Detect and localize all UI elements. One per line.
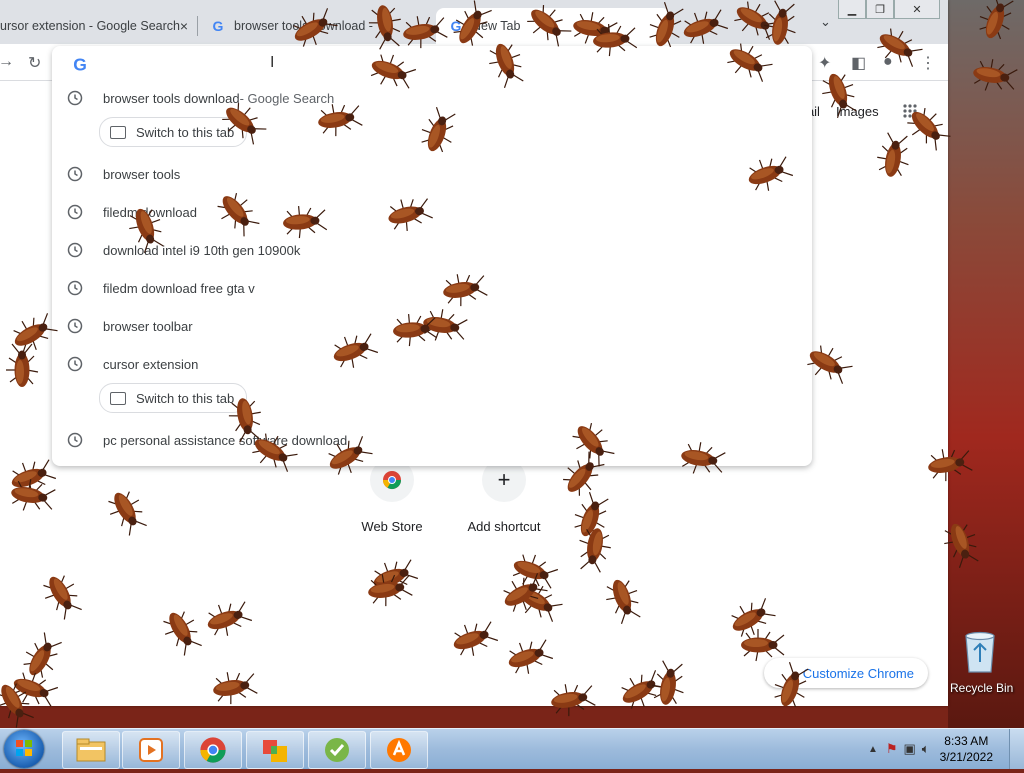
history-clock-icon bbox=[67, 166, 83, 182]
tab-strip: ursor extension - Google Search × G brow… bbox=[0, 0, 948, 44]
omnibox-suggestion[interactable]: filedm download free gta v bbox=[52, 269, 812, 307]
suggestion-text: browser tools bbox=[103, 166, 181, 182]
clock-time: 8:33 AM bbox=[944, 734, 989, 748]
avast-icon[interactable] bbox=[370, 731, 428, 769]
recycle-bin[interactable]: Recycle Bin bbox=[950, 630, 1014, 695]
tab-cursor-extension[interactable]: ursor extension - Google Search × bbox=[0, 8, 196, 44]
shortcut-label: Web Store bbox=[361, 519, 423, 534]
show-desktop-button[interactable] bbox=[1009, 729, 1024, 769]
action-center-icon[interactable]: ⚑ bbox=[886, 741, 898, 757]
svg-text:G: G bbox=[451, 18, 462, 34]
app-icon[interactable] bbox=[246, 731, 304, 769]
suggestion-text: filedm download free gta v bbox=[103, 280, 255, 296]
omnibox-dropdown: G I browser tools download - Google Sear… bbox=[52, 46, 812, 466]
suggestion-text: pc personal assistance software download bbox=[103, 432, 348, 448]
customize-label: Customize Chrome bbox=[802, 665, 914, 681]
show-hidden-icon[interactable]: ▲ bbox=[868, 744, 878, 755]
suggestion-subtext: - Google Search bbox=[239, 90, 335, 106]
extensions-icon[interactable]: ✦ bbox=[818, 53, 831, 73]
google-icon: G bbox=[73, 54, 87, 74]
tab-title: ursor extension - Google Search bbox=[0, 19, 180, 33]
reload-icon[interactable]: ↻ bbox=[28, 53, 41, 73]
history-clock-icon bbox=[67, 242, 83, 258]
history-clock-icon bbox=[67, 280, 83, 296]
tab-icon bbox=[110, 125, 126, 139]
tab-close-icon[interactable]: × bbox=[180, 18, 188, 34]
suggestion-text: download intel i9 10th gen 10900k bbox=[103, 242, 301, 258]
recycle-bin-icon bbox=[965, 631, 995, 673]
switch-label: Switch to this tab bbox=[136, 390, 235, 406]
shortcut-web-store[interactable]: Web Store bbox=[342, 458, 442, 534]
explorer-icon[interactable] bbox=[62, 731, 120, 769]
omnibox-suggestion[interactable]: pc personal assistance software download bbox=[52, 421, 812, 459]
history-clock-icon bbox=[67, 90, 83, 106]
chrome-window: ursor extension - Google Search × G brow… bbox=[0, 0, 948, 706]
omnibox-suggestion[interactable]: download intel i9 10th gen 10900k bbox=[52, 231, 812, 269]
media-player-icon[interactable] bbox=[122, 731, 180, 769]
clock-date: 3/21/2022 bbox=[939, 750, 993, 764]
tab-title: New Tab bbox=[472, 19, 521, 33]
network-icon[interactable]: ▣ bbox=[904, 741, 916, 757]
history-clock-icon bbox=[67, 318, 83, 334]
switch-to-tab-button[interactable]: Switch to this tab bbox=[99, 117, 248, 147]
close-window-icon[interactable]: ✕ bbox=[894, 0, 940, 19]
images-link[interactable]: Images bbox=[836, 104, 879, 119]
tab-browser-tools[interactable]: G browser tools download - bbox=[210, 8, 430, 44]
text-cursor-icon: I bbox=[270, 54, 275, 71]
chevron-down-icon[interactable]: ⌄ bbox=[820, 14, 831, 30]
menu-icon[interactable]: ⋮ bbox=[920, 53, 936, 73]
windows-start-icon[interactable] bbox=[4, 730, 44, 768]
switch-to-tab-button[interactable]: Switch to this tab bbox=[99, 383, 248, 413]
tab-icon bbox=[110, 391, 126, 405]
desktop-wallpaper bbox=[948, 0, 1024, 730]
switch-label: Switch to this tab bbox=[136, 124, 235, 140]
tab-new-tab[interactable]: G New Tab bbox=[436, 8, 670, 44]
google-icon: G bbox=[213, 18, 224, 34]
chrome-icon[interactable] bbox=[184, 731, 242, 769]
suggestion-text: cursor extension bbox=[103, 356, 199, 372]
taskbar: ▲ ⚑ ▣ 🔈︎ 8:33 AM 3/21/2022 bbox=[0, 728, 1024, 769]
omnibox-suggestion[interactable]: filedm download bbox=[52, 193, 812, 231]
history-clock-icon bbox=[67, 432, 83, 448]
omnibox-suggestion[interactable]: browser toolbar bbox=[52, 307, 812, 345]
customize-chrome-button[interactable]: Customize Chrome bbox=[764, 658, 928, 688]
apps-grid-icon[interactable] bbox=[902, 103, 918, 119]
google-icon: G bbox=[451, 18, 462, 34]
shortcut-add[interactable]: + Add shortcut bbox=[454, 458, 554, 534]
shortcut-label: Add shortcut bbox=[467, 519, 541, 534]
suggestion-text: browser tools download bbox=[103, 90, 240, 106]
suggestion-text: browser toolbar bbox=[103, 318, 193, 334]
security-icon[interactable] bbox=[308, 731, 366, 769]
minimize-icon[interactable]: ▁ bbox=[838, 0, 866, 19]
omnibox-suggestion[interactable]: browser tools bbox=[52, 155, 812, 193]
profile-icon[interactable]: ● bbox=[883, 53, 893, 71]
clock[interactable]: 8:33 AM 3/21/2022 bbox=[940, 733, 993, 765]
svg-text:G: G bbox=[73, 54, 87, 74]
volume-icon[interactable]: 🔈︎ bbox=[922, 741, 930, 757]
history-clock-icon bbox=[67, 204, 83, 220]
suggestion-text: filedm download bbox=[103, 204, 197, 220]
tab-separator bbox=[197, 16, 198, 36]
history-clock-icon bbox=[67, 356, 83, 372]
omnibox-suggestion[interactable]: cursor extension bbox=[52, 345, 812, 383]
system-tray: ▲ ⚑ ▣ 🔈︎ 8:33 AM 3/21/2022 bbox=[868, 729, 1024, 769]
omnibox-suggestion[interactable]: browser tools download - Google Search bbox=[52, 79, 812, 117]
window-controls: ▁ ❐ ✕ bbox=[838, 0, 940, 19]
recycle-bin-label: Recycle Bin bbox=[950, 681, 1014, 695]
restore-icon[interactable]: ❐ bbox=[866, 0, 894, 19]
side-panel-icon[interactable]: ◧ bbox=[851, 53, 866, 73]
tab-title: browser tools download - bbox=[234, 19, 373, 33]
forward-icon[interactable]: → bbox=[0, 53, 14, 71]
svg-text:G: G bbox=[213, 18, 224, 34]
